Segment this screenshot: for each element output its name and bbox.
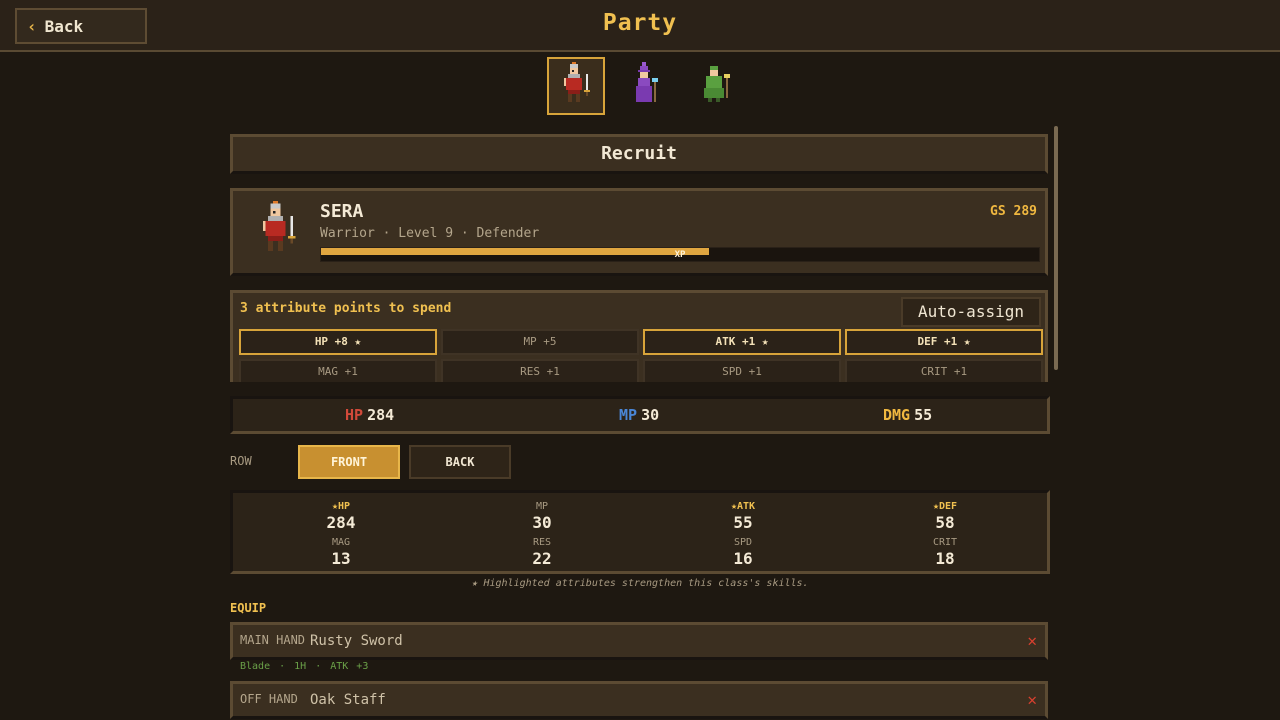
attribute-points-text: 3 attribute points to spend (240, 301, 452, 316)
warrior-icon (263, 201, 296, 251)
attribute-button[interactable]: DEF +1 ★ (845, 329, 1043, 355)
attribute-button[interactable]: CRIT +1 (845, 359, 1043, 382)
portrait-mage[interactable] (617, 57, 675, 115)
stat-value: 16 (733, 549, 753, 568)
stat-value: 30 (532, 513, 552, 532)
summary-hp-label: HP (345, 406, 364, 424)
stat-value: 18 (935, 549, 955, 568)
attribute-buttons: HP +8 ★ MP +5 ATK +1 ★ DEF +1 ★ MAG +1 RES +1… (239, 329, 1043, 382)
row-back-button[interactable]: BACK (409, 445, 511, 479)
main-hand-item: Rusty Sword (310, 633, 403, 649)
off-hand-item: Oak Staff (310, 692, 386, 708)
separator-dot: · (315, 661, 322, 672)
stat-label: MP (535, 501, 549, 512)
attribute-button[interactable]: HP +8 ★ (239, 329, 437, 355)
remove-off-hand-icon[interactable]: ✕ (1027, 690, 1037, 709)
stat-value: 284 (326, 513, 356, 532)
hero-sprite (253, 201, 303, 265)
hero-name: SERA (320, 201, 364, 222)
attribute-button[interactable]: SPD +1 (643, 359, 841, 382)
main-hand-meta-type: Blade (240, 661, 271, 672)
stats-note: ★ Highlighted attributes strengthen this… (471, 578, 809, 589)
stat-value: 58 (935, 513, 955, 532)
stat-cell: ★DEF 58 (885, 501, 1005, 533)
main-hand-meta-bonus: ATK +3 (330, 661, 369, 672)
row-front-button[interactable]: FRONT (298, 445, 400, 479)
stat-cell: RES 22 (482, 537, 602, 569)
stat-cell: MAG 13 (281, 537, 401, 569)
attribute-button[interactable]: MP +5 (441, 329, 639, 355)
equip-title: EQUIP (230, 601, 267, 615)
off-hand-slot[interactable]: OFF HAND Oak Staff ✕ (230, 681, 1048, 719)
portrait-cleric[interactable] (687, 57, 745, 115)
stat-value: 13 (331, 549, 351, 568)
main-hand-label: MAIN HAND (240, 633, 306, 647)
main-hand-meta: Blade · 1H · ATK +3 (240, 661, 368, 672)
summary-dmg-label: DMG (883, 406, 911, 424)
stat-cell: MP 30 (482, 501, 602, 533)
stat-label: ★HP (331, 501, 351, 512)
row-label: ROW (230, 454, 252, 468)
auto-assign-button[interactable]: Auto-assign (901, 297, 1041, 327)
stat-label: ★ATK (730, 501, 756, 512)
remove-main-hand-icon[interactable]: ✕ (1027, 631, 1037, 650)
page-title: Party (602, 10, 678, 36)
stats-panel: ★HP 284 MP 30 ★ATK 55 ★DEF 58 MAG 13 RES 22 SPD 16 CRI… (230, 490, 1050, 574)
attribute-panel: 3 attribute points to spend Auto-assign … (230, 290, 1048, 382)
warrior-icon (564, 62, 590, 102)
gear-score: GS 289 (990, 204, 1037, 219)
summary-mp-label: MP (619, 406, 638, 424)
off-hand-label: OFF HAND (240, 692, 298, 706)
stat-label: SPD (733, 537, 753, 548)
summary-hp: HP 284 (345, 406, 394, 424)
stat-cell: ★ATK 55 (683, 501, 803, 533)
attribute-button[interactable]: RES +1 (441, 359, 639, 382)
summary-mp: MP 30 (619, 406, 659, 424)
hero-card: SERA Warrior · Level 9 · Defender GS 289… (230, 188, 1048, 276)
main-hand-slot[interactable]: MAIN HAND Rusty Sword ✕ (230, 622, 1048, 660)
stat-summary: HP 284 MP 30 DMG 55 (230, 396, 1050, 434)
attribute-button[interactable]: MAG +1 (239, 359, 437, 382)
recruit-button[interactable]: Recruit (230, 134, 1048, 174)
cleric-icon (704, 66, 730, 102)
portrait-warrior[interactable] (547, 57, 605, 115)
stat-label: RES (532, 537, 552, 548)
stat-cell: SPD 16 (683, 537, 803, 569)
summary-mp-value: 30 (641, 406, 660, 424)
scrollbar[interactable] (1054, 126, 1058, 370)
summary-dmg: DMG 55 (883, 406, 932, 424)
mage-icon (636, 62, 658, 102)
main-hand-meta-hands: 1H (294, 661, 307, 672)
xp-bar: XP (320, 247, 1040, 262)
stat-label: MAG (331, 537, 351, 548)
top-bar: ‹ Back Party (0, 0, 1280, 52)
summary-dmg-value: 55 (914, 406, 933, 424)
stat-cell: ★HP 284 (281, 501, 401, 533)
hero-subtitle: Warrior · Level 9 · Defender (320, 226, 540, 241)
party-portraits (547, 57, 745, 115)
xp-label: XP (674, 250, 686, 260)
separator-dot: · (279, 661, 286, 672)
stat-value: 55 (733, 513, 753, 532)
stat-label: CRIT (932, 537, 958, 548)
stat-cell: CRIT 18 (885, 537, 1005, 569)
attribute-button[interactable]: ATK +1 ★ (643, 329, 841, 355)
summary-hp-value: 284 (367, 406, 395, 424)
stat-value: 22 (532, 549, 552, 568)
stat-label: ★DEF (932, 501, 958, 512)
